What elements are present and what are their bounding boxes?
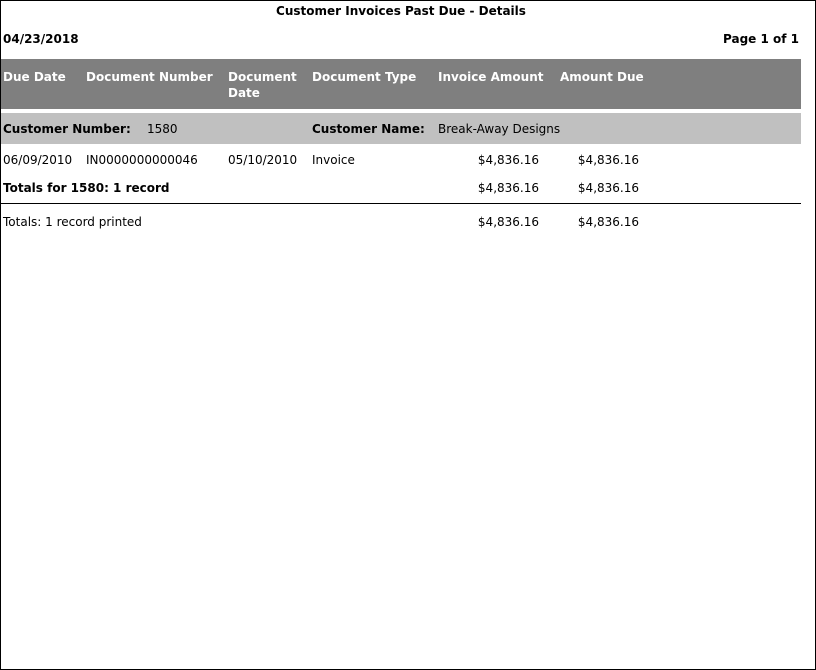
row-amount-due: $4,836.16 <box>577 153 639 167</box>
column-header-document-type: Document Type <box>312 70 417 84</box>
page-number: Page 1 of 1 <box>723 32 799 46</box>
row-document-number: IN0000000000046 <box>86 153 198 167</box>
row-document-date: 05/10/2010 <box>228 153 298 167</box>
customer-name-value: Break-Away Designs <box>438 122 561 136</box>
group-totals-amount-due: $4,836.16 <box>577 181 639 195</box>
column-header-due-date: Due Date <box>3 70 66 84</box>
column-header-document-number: Document Number <box>86 70 213 84</box>
row-document-type: Invoice <box>312 153 355 167</box>
row-due-date: 06/09/2010 <box>3 153 73 167</box>
group-totals-label: Totals for 1580: 1 record <box>3 181 170 195</box>
grand-totals-amount-due: $4,836.16 <box>577 215 639 229</box>
customer-group-header: Customer Number: 1580 Customer Name: Bre… <box>1 113 801 144</box>
totals-divider <box>1 203 801 204</box>
column-header-document-date: Document Date <box>228 70 297 100</box>
row-invoice-amount: $4,836.16 <box>477 153 539 167</box>
grand-totals-label: Totals: 1 record printed <box>3 215 142 229</box>
customer-name-label: Customer Name: <box>312 122 425 136</box>
report-date: 04/23/2018 <box>3 32 79 46</box>
column-header-amount-due: Amount Due <box>560 70 644 84</box>
group-totals-invoice-amount: $4,836.16 <box>477 181 539 195</box>
column-header-invoice-amount: Invoice Amount <box>438 70 544 84</box>
customer-number-value: 1580 <box>147 122 178 136</box>
customer-number-label: Customer Number: <box>3 122 131 136</box>
column-header-bar: Due Date Document Number Document Date D… <box>1 59 801 109</box>
grand-totals-invoice-amount: $4,836.16 <box>477 215 539 229</box>
report-title: Customer Invoices Past Due - Details <box>276 4 526 18</box>
report-page: Customer Invoices Past Due - Details 04/… <box>0 0 816 670</box>
